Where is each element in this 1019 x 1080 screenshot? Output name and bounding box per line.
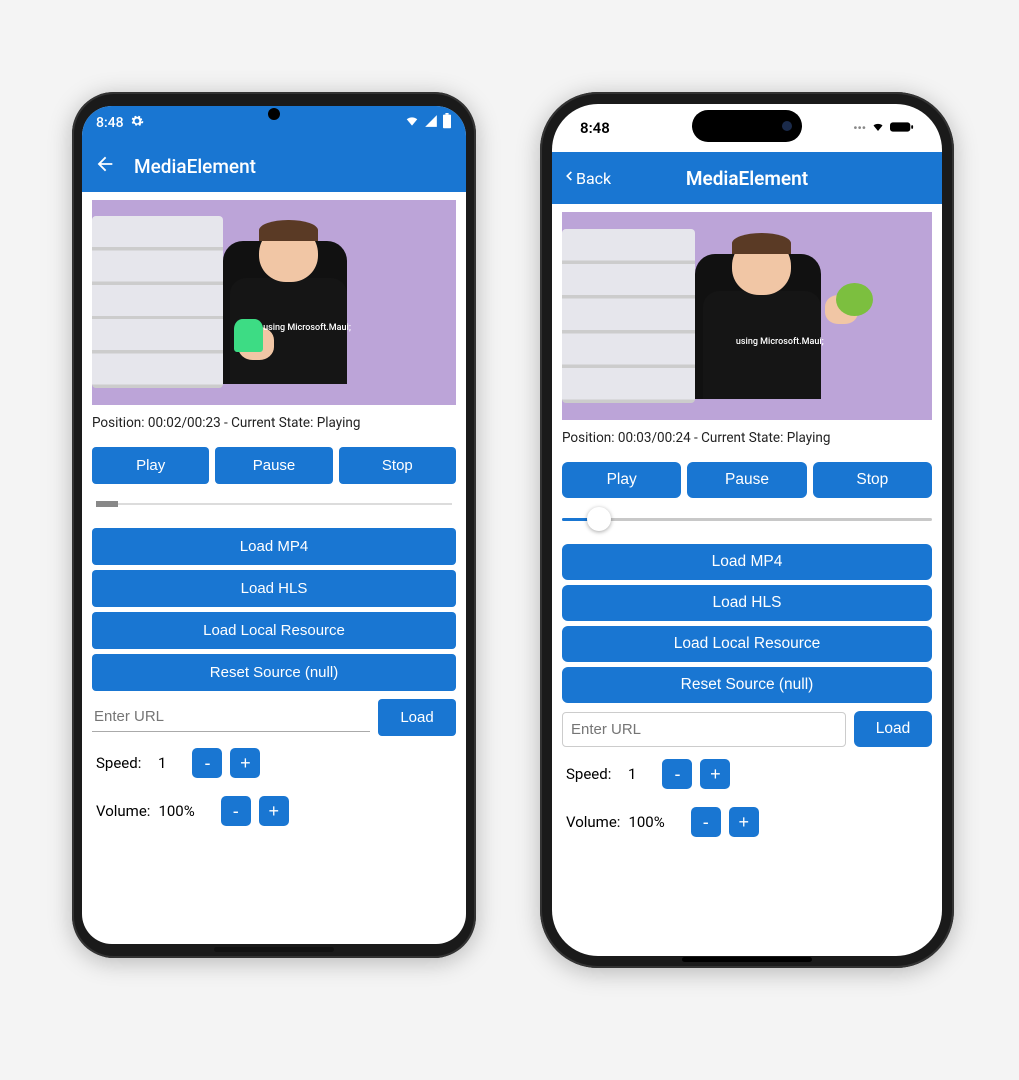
speed-value: 1 bbox=[158, 754, 166, 772]
load-hls-button[interactable]: Load HLS bbox=[562, 585, 932, 621]
speed-plus-button[interactable]: + bbox=[700, 759, 730, 789]
page-title: MediaElement bbox=[686, 167, 808, 190]
status-time: 8:48 bbox=[96, 115, 124, 131]
status-time: 8:48 bbox=[580, 119, 610, 137]
android-navbar: MediaElement bbox=[82, 140, 466, 192]
speed-stepper: Speed: 1 - + bbox=[92, 742, 456, 784]
gear-icon bbox=[130, 114, 144, 132]
android-device-frame: 8:48 MediaElement using Microsof bbox=[72, 92, 476, 958]
speed-plus-button[interactable]: + bbox=[230, 748, 260, 778]
load-local-button[interactable]: Load Local Resource bbox=[92, 612, 456, 649]
volume-minus-button[interactable]: - bbox=[691, 807, 721, 837]
battery-icon bbox=[890, 119, 914, 137]
url-input[interactable] bbox=[562, 712, 846, 747]
camera-hole bbox=[268, 108, 280, 120]
pause-button[interactable]: Pause bbox=[215, 447, 332, 484]
play-button[interactable]: Play bbox=[92, 447, 209, 484]
pause-button[interactable]: Pause bbox=[687, 462, 806, 498]
back-button[interactable]: Back bbox=[562, 166, 611, 190]
stop-button[interactable]: Stop bbox=[813, 462, 932, 498]
speed-minus-button[interactable]: - bbox=[662, 759, 692, 789]
speed-label: Speed: bbox=[566, 765, 620, 783]
android-screen: 8:48 MediaElement using Microsof bbox=[82, 106, 466, 944]
stop-button[interactable]: Stop bbox=[339, 447, 456, 484]
signal-icon bbox=[424, 114, 438, 132]
volume-plus-button[interactable]: + bbox=[729, 807, 759, 837]
shirt-text: using Microsoft.Maui; bbox=[263, 323, 351, 333]
back-label: Back bbox=[576, 169, 611, 188]
reset-source-button[interactable]: Reset Source (null) bbox=[562, 667, 932, 703]
volume-label: Volume: bbox=[566, 813, 620, 831]
load-mp4-button[interactable]: Load MP4 bbox=[92, 528, 456, 565]
video-player[interactable]: using Microsoft.Maui; bbox=[92, 200, 456, 405]
load-url-button[interactable]: Load bbox=[854, 711, 932, 747]
android-content: using Microsoft.Maui; Position: 00:02/00… bbox=[82, 192, 466, 944]
load-url-button[interactable]: Load bbox=[378, 699, 456, 736]
speed-minus-button[interactable]: - bbox=[192, 748, 222, 778]
play-button[interactable]: Play bbox=[562, 462, 681, 498]
seek-slider[interactable] bbox=[562, 504, 932, 534]
video-player[interactable]: using Microsoft.Maui; bbox=[562, 212, 932, 420]
volume-minus-button[interactable]: - bbox=[221, 796, 251, 826]
wifi-icon bbox=[870, 119, 886, 137]
ios-screen: 8:48 ••• Back MediaElement using Microso… bbox=[552, 104, 942, 956]
volume-stepper: Volume: 100% - + bbox=[562, 801, 932, 843]
url-input[interactable] bbox=[92, 702, 370, 732]
position-state-label: Position: 00:03/00:24 - Current State: P… bbox=[562, 426, 932, 456]
volume-stepper: Volume: 100% - + bbox=[92, 790, 456, 832]
load-local-button[interactable]: Load Local Resource bbox=[562, 626, 932, 662]
volume-value: 100% bbox=[158, 802, 194, 820]
speed-stepper: Speed: 1 - + bbox=[562, 753, 932, 795]
chevron-left-icon bbox=[562, 166, 576, 190]
load-mp4-button[interactable]: Load MP4 bbox=[562, 544, 932, 580]
ios-device-frame: 8:48 ••• Back MediaElement using Microso… bbox=[540, 92, 954, 968]
volume-plus-button[interactable]: + bbox=[259, 796, 289, 826]
recording-dots-icon: ••• bbox=[853, 121, 866, 135]
volume-value: 100% bbox=[628, 813, 664, 831]
volume-label: Volume: bbox=[96, 802, 150, 820]
reset-source-button[interactable]: Reset Source (null) bbox=[92, 654, 456, 691]
speed-value: 1 bbox=[628, 765, 636, 783]
seek-slider[interactable] bbox=[92, 490, 456, 518]
load-hls-button[interactable]: Load HLS bbox=[92, 570, 456, 607]
ios-status-bar: 8:48 ••• bbox=[552, 104, 942, 152]
back-arrow-icon[interactable] bbox=[94, 153, 116, 180]
battery-icon bbox=[442, 113, 452, 133]
position-state-label: Position: 00:02/00:23 - Current State: P… bbox=[92, 411, 456, 441]
wifi-icon bbox=[404, 114, 420, 132]
page-title: MediaElement bbox=[134, 155, 256, 178]
speed-label: Speed: bbox=[96, 754, 150, 772]
ios-navbar: Back MediaElement bbox=[552, 152, 942, 204]
ios-content: using Microsoft.Maui; Position: 00:03/00… bbox=[552, 204, 942, 956]
shirt-text: using Microsoft.Maui; bbox=[736, 337, 824, 347]
